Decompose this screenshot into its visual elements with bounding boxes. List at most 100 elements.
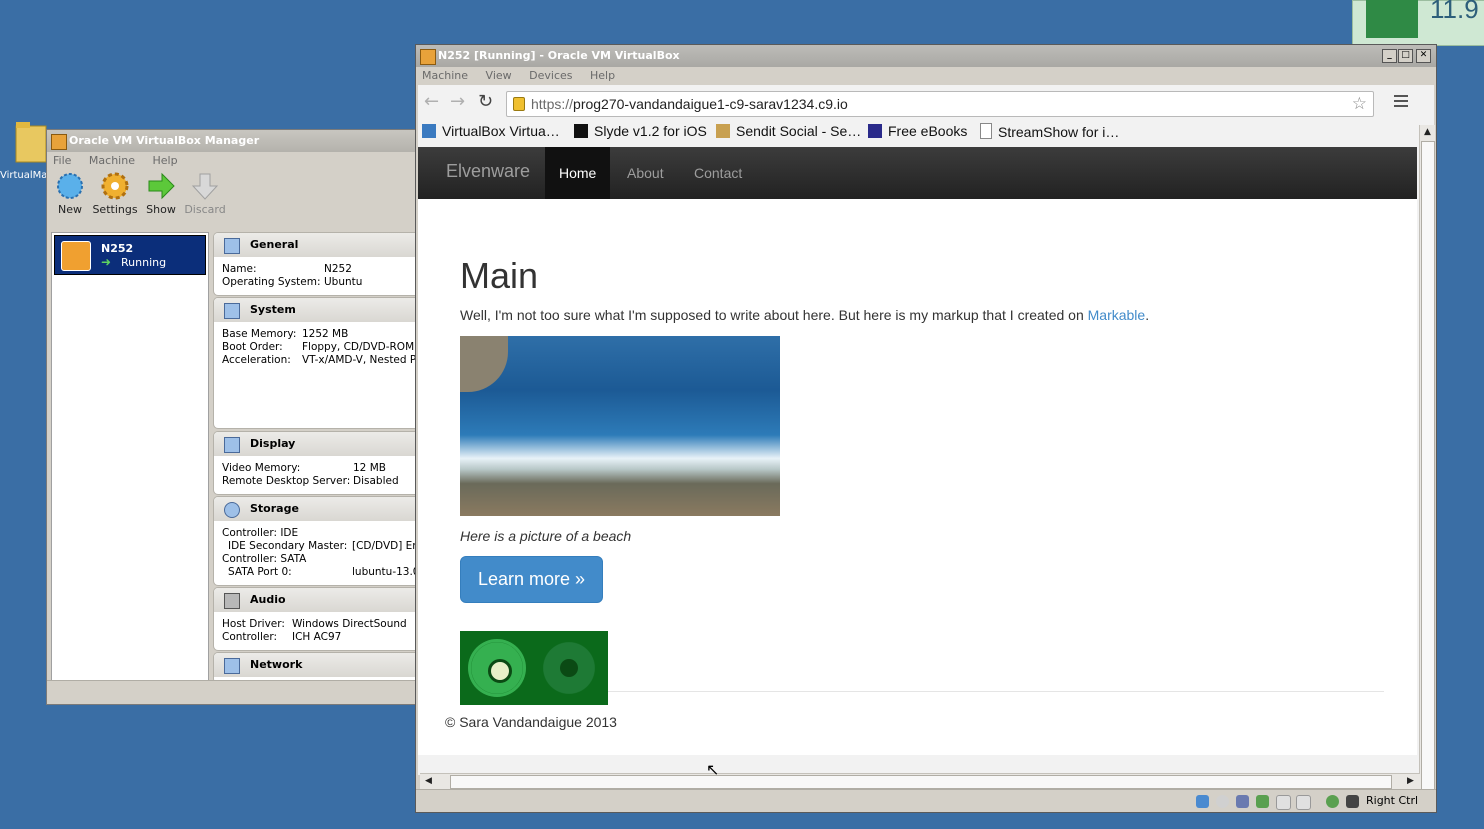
back-arrow-icon[interactable]: ← xyxy=(424,93,439,111)
shared-folder-icon[interactable] xyxy=(1276,795,1291,810)
bookmark-star-icon[interactable]: ☆ xyxy=(1352,94,1367,114)
detail-row: Video Memory: 12 MB xyxy=(214,462,419,475)
arrow-down-icon xyxy=(190,171,220,201)
section-audio-title: Audio xyxy=(250,593,286,606)
detail-key: Controller: xyxy=(222,631,278,643)
detail-row: IDE Secondary Master: [CD/DVD] Emp xyxy=(214,540,419,553)
manager-titlebar[interactable]: Oracle VM VirtualBox Manager xyxy=(47,130,419,152)
beach-image xyxy=(460,336,780,516)
speaker-icon xyxy=(224,593,240,609)
video-capture-icon[interactable] xyxy=(1296,795,1311,810)
menu-machine[interactable]: Machine xyxy=(89,154,135,167)
desktop-folder-icon[interactable] xyxy=(14,118,48,166)
new-label: New xyxy=(58,203,82,216)
nav-contact[interactable]: Contact xyxy=(680,147,756,199)
address-url: https://prog270-vandandaigue1-c9-sarav12… xyxy=(531,96,848,112)
menu-help[interactable]: Help xyxy=(590,69,615,82)
bookmark-item[interactable]: VirtualBox Virtua… xyxy=(422,123,560,139)
vm-menubar: Machine View Devices Help xyxy=(416,67,1436,84)
learn-more-button[interactable]: Learn more » xyxy=(460,556,603,603)
bookmark-label: Sendit Social - Se… xyxy=(736,123,862,139)
discard-label: Discard xyxy=(184,203,226,216)
site-navbar: Elvenware Home About Contact xyxy=(418,147,1417,199)
display-icon xyxy=(224,437,240,453)
new-button[interactable]: New xyxy=(47,171,93,216)
scroll-left-icon[interactable]: ◀ xyxy=(422,775,435,788)
minimize-button[interactable]: _ xyxy=(1382,49,1397,63)
vm-titlebar[interactable]: N252 [Running] - Oracle VM VirtualBox _ … xyxy=(416,45,1436,67)
menu-view[interactable]: View xyxy=(486,69,512,82)
url-host: prog270-vandandaigue1-c9-sarav1234.c9.io xyxy=(573,96,848,112)
section-network-title: Network xyxy=(250,658,303,671)
menu-machine[interactable]: Machine xyxy=(422,69,468,82)
maximize-button[interactable]: □ xyxy=(1398,49,1413,63)
detail-value: 12 MB xyxy=(353,462,386,474)
hamburger-menu-icon[interactable] xyxy=(1394,95,1408,109)
detail-row: Remote Desktop Server: Disabled xyxy=(214,475,419,488)
settings-button[interactable]: Settings xyxy=(92,171,138,216)
manager-toolbar: New Settings Show Discard xyxy=(47,169,419,223)
vertical-scrollbar[interactable]: ▲ ▼ xyxy=(1419,125,1435,812)
vm-details-pane: General Name: N252 Operating System: Ubunt… xyxy=(213,232,419,692)
detail-value: Disabled xyxy=(353,475,399,487)
usb-icon[interactable] xyxy=(1236,795,1249,808)
detail-key: Host Driver: xyxy=(222,618,285,630)
bookmark-item[interactable]: Free eBooks xyxy=(868,123,967,139)
detail-key: Name: xyxy=(222,263,257,275)
optical-drive-icon[interactable] xyxy=(1216,795,1229,808)
address-bar[interactable]: https://prog270-vandandaigue1-c9-sarav12… xyxy=(506,91,1374,117)
section-system-header[interactable]: System xyxy=(214,298,419,322)
bookmark-item[interactable]: Sendit Social - Se… xyxy=(716,123,861,139)
page-footer: © Sara Vandandaigue 2013 xyxy=(445,714,617,730)
forward-arrow-icon[interactable]: → xyxy=(450,93,465,111)
section-display-header[interactable]: Display xyxy=(214,432,419,456)
nav-home[interactable]: Home xyxy=(545,147,611,199)
browser-toolbar: ← → ↻ https://prog270-vandandaigue1-c9-s… xyxy=(418,85,1434,119)
section-display-title: Display xyxy=(250,437,296,450)
project-app-icon[interactable] xyxy=(1366,0,1418,38)
mouse-integration-icon[interactable] xyxy=(1346,795,1359,808)
horizontal-scroll-thumb[interactable] xyxy=(450,775,1392,789)
discard-button[interactable]: Discard xyxy=(182,171,228,216)
detail-key: IDE Secondary Master: xyxy=(228,540,348,552)
vm-window: N252 [Running] - Oracle VM VirtualBox _ … xyxy=(415,44,1437,813)
section-network-header[interactable]: Network xyxy=(214,653,419,677)
reload-icon[interactable]: ↻ xyxy=(478,93,493,111)
show-button[interactable]: Show xyxy=(138,171,184,216)
site-brand[interactable]: Elvenware xyxy=(446,161,530,182)
image-caption: Here is a picture of a beach xyxy=(460,528,632,544)
detail-row: Controller: SATA xyxy=(214,553,419,566)
vertical-scroll-thumb[interactable] xyxy=(1421,141,1435,801)
section-general-title: General xyxy=(250,238,299,251)
bookmark-item[interactable]: StreamShow for i… xyxy=(980,123,1119,140)
menu-help[interactable]: Help xyxy=(152,154,177,167)
vm-list-item[interactable]: N252 Running ➜ xyxy=(54,235,206,275)
bookmark-label: StreamShow for i… xyxy=(998,124,1120,140)
manager-statusbar xyxy=(47,680,419,704)
section-audio: Audio Host Driver: Windows DirectSound Co… xyxy=(213,587,419,651)
detail-key: Controller: IDE xyxy=(222,527,299,539)
detail-value: ICH AC97 xyxy=(292,631,342,643)
menu-devices[interactable]: Devices xyxy=(529,69,572,82)
section-general-header[interactable]: General xyxy=(214,233,419,257)
close-button[interactable]: ✕ xyxy=(1416,49,1431,63)
section-storage-header[interactable]: Storage xyxy=(214,497,419,521)
bookmark-item[interactable]: Slyde v1.2 for iOS xyxy=(574,123,707,139)
intro-text: Well, I'm not too sure what I'm supposed… xyxy=(460,307,1088,323)
hard-disk-icon[interactable] xyxy=(1196,795,1209,808)
vm-title: N252 [Running] - Oracle VM VirtualBox xyxy=(438,49,680,62)
network-adapter-icon[interactable] xyxy=(1256,795,1269,808)
menu-file[interactable]: File xyxy=(53,154,71,167)
intro-end: . xyxy=(1145,307,1150,323)
scroll-right-icon[interactable]: ▶ xyxy=(1404,775,1417,788)
gears-logo xyxy=(460,631,608,705)
section-audio-header[interactable]: Audio xyxy=(214,588,419,612)
detail-key: Boot Order: xyxy=(222,341,283,353)
horizontal-scrollbar[interactable]: ◀ ▶ xyxy=(420,773,1420,789)
scroll-up-icon[interactable]: ▲ xyxy=(1421,126,1434,139)
bookmark-label: VirtualBox Virtua… xyxy=(442,123,560,139)
virtualization-icon[interactable] xyxy=(1326,795,1339,808)
markable-link[interactable]: Markable xyxy=(1088,307,1146,323)
detail-value: [CD/DVD] Emp xyxy=(352,540,419,552)
nav-about[interactable]: About xyxy=(613,147,678,199)
